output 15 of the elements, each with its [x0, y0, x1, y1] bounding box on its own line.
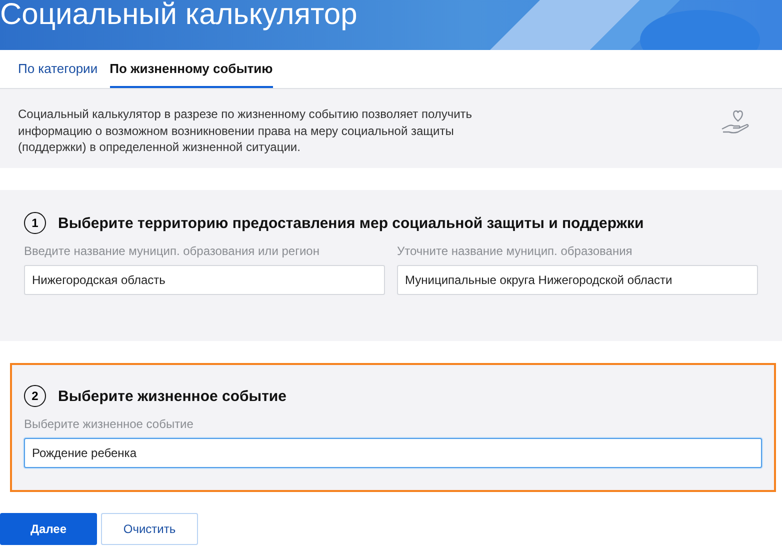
input-field[interactable]: Муниципальные округа Нижегородской области: [397, 265, 758, 295]
page-title: Социальный калькулятор: [0, 0, 358, 30]
step-number: 1: [24, 212, 46, 234]
tab[interactable]: По категории: [18, 50, 98, 88]
section-title: Выберите территорию предоставления мер социальной защиты и поддержки: [58, 214, 644, 232]
section-title: Выберите жизненное событие: [58, 388, 286, 404]
field-label: Выберите жизненное событие: [24, 417, 194, 431]
info-text: Социальный калькулятор в разрезе по жизненному событию позволяет получить информацию о возможном возникновении права на меру социальной защиты (поддержки) в определенной жизненной ситуации.: [18, 106, 474, 156]
field-label: Уточните название муницип. образования: [397, 244, 634, 258]
clear-button[interactable]: Очистить: [101, 513, 198, 545]
next-button[interactable]: Далее: [0, 513, 97, 545]
field-label: Введите название муницип. образования или регион: [24, 244, 320, 258]
step-number: 2: [24, 385, 46, 407]
input-field[interactable]: Рождение ребенка: [24, 438, 762, 468]
input-field[interactable]: Нижегородская область: [24, 265, 385, 295]
